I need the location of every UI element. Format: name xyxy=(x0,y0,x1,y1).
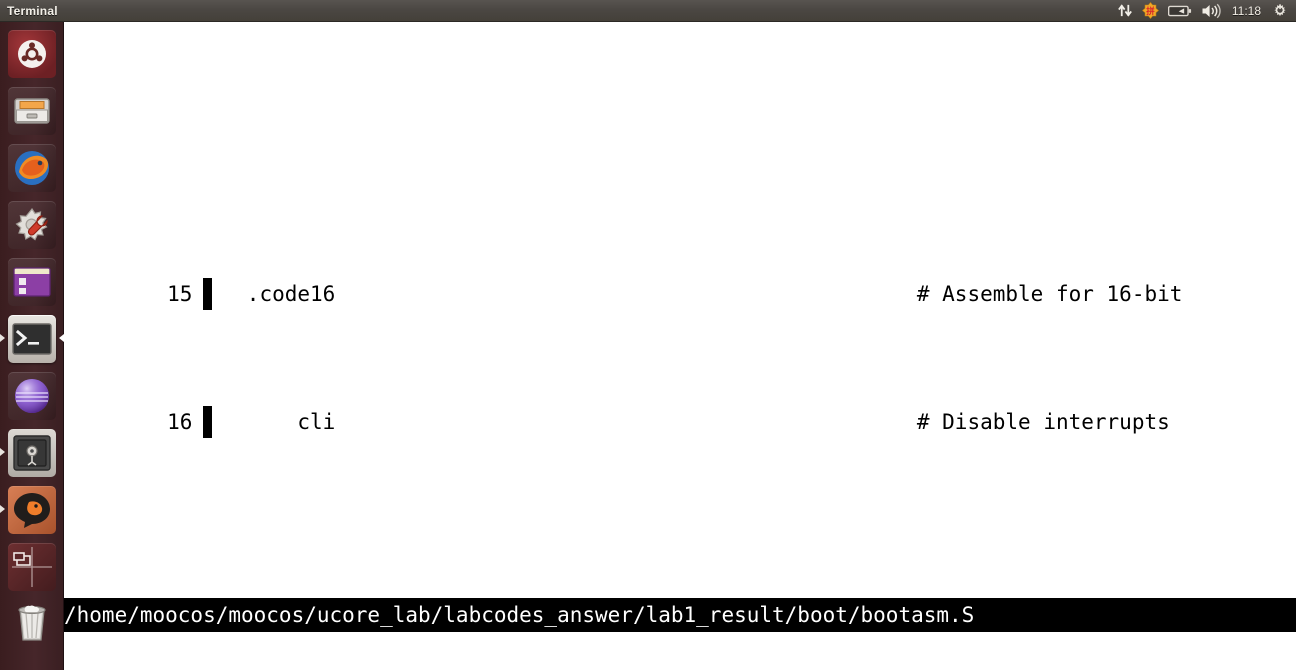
launcher-item-trash[interactable] xyxy=(0,595,64,647)
desktop: Terminal 拼 11:18 15 .code16 # Assemble f… xyxy=(0,0,1296,670)
source-line-row: 16 cli # Disable interrupts xyxy=(64,374,1296,438)
launcher-item-media-player[interactable] xyxy=(0,367,64,424)
trash-icon xyxy=(8,597,56,645)
window-title: Terminal xyxy=(7,3,58,18)
input-method-icon[interactable]: 拼 xyxy=(1141,0,1159,22)
launcher-item-firefox[interactable] xyxy=(0,139,64,196)
volume-icon[interactable] xyxy=(1201,0,1221,22)
source-line-number: 15 xyxy=(167,282,193,306)
launcher-running-pip xyxy=(0,448,5,456)
unity-launcher xyxy=(0,22,64,670)
chat-bird-icon xyxy=(8,485,56,534)
launcher-item-messenger[interactable] xyxy=(0,481,64,538)
gdb-status-bar: /home/moocos/moocos/ucore_lab/labcodes_a… xyxy=(64,598,1296,632)
source-gutter-separator xyxy=(203,406,213,438)
launcher-item-vault[interactable] xyxy=(0,424,64,481)
purple-orb-icon xyxy=(8,371,56,420)
launcher-item-workspace-switcher[interactable] xyxy=(0,538,64,595)
clock[interactable]: 11:18 xyxy=(1230,4,1263,18)
gear-wrench-icon xyxy=(8,200,56,249)
launcher-item-terminal[interactable] xyxy=(0,310,64,367)
ubuntu-logo-icon xyxy=(8,29,56,78)
source-line-number: 16 xyxy=(167,410,193,434)
source-gutter-separator xyxy=(203,278,213,310)
terminal-icon xyxy=(8,314,56,363)
session-menu-icon[interactable] xyxy=(1272,0,1288,22)
workspace-icon xyxy=(8,542,56,591)
network-icon[interactable] xyxy=(1118,0,1133,22)
software-bag-icon xyxy=(8,257,56,306)
top-panel: Terminal 拼 11:18 xyxy=(0,0,1296,22)
launcher-item-files[interactable] xyxy=(0,82,64,139)
svg-text:拼: 拼 xyxy=(1146,6,1155,17)
firefox-icon xyxy=(8,143,56,192)
source-line-text: cli # Disable interrupts xyxy=(234,410,1170,434)
battery-icon[interactable] xyxy=(1167,0,1192,22)
launcher-item-system-settings[interactable] xyxy=(0,196,64,253)
launcher-item-dash-home[interactable] xyxy=(0,25,64,82)
launcher-running-pip xyxy=(0,505,5,513)
launcher-item-software-center[interactable] xyxy=(0,253,64,310)
system-tray: 拼 11:18 xyxy=(1118,0,1296,22)
launcher-focus-pip xyxy=(59,334,64,342)
source-line-row: 15 .code16 # Assemble for 16-bit xyxy=(64,246,1296,310)
safe-icon xyxy=(8,428,56,477)
launcher-running-pip xyxy=(0,334,5,342)
source-line-text: .code16 # Assemble for 16-bit xyxy=(234,282,1183,306)
terminal-window[interactable]: 15 .code16 # Assemble for 16-bit 16 cli … xyxy=(64,22,1296,670)
file-cabinet-icon xyxy=(8,86,56,135)
gdb-source-window: 15 .code16 # Assemble for 16-bit 16 cli … xyxy=(64,150,1296,470)
